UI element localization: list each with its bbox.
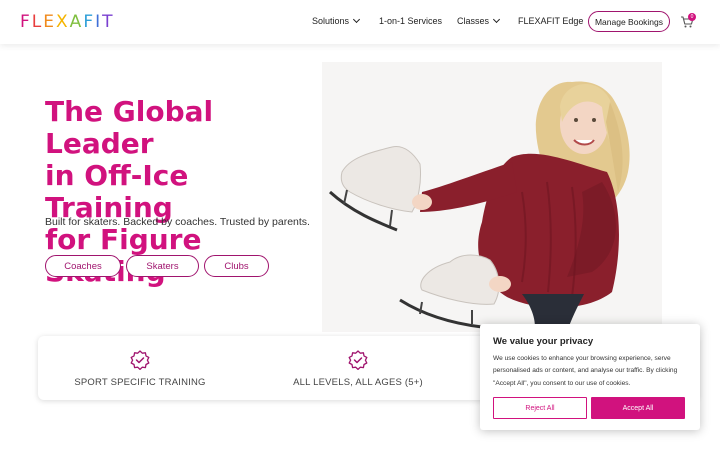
nav-solutions[interactable]: Solutions xyxy=(312,15,361,26)
cart-count-badge: 0 xyxy=(688,13,696,21)
feature-label: ALL LEVELS, ALL AGES (5+) xyxy=(293,377,423,388)
feature-all-levels: ALL LEVELS, ALL AGES (5+) xyxy=(258,336,458,400)
cart-count: 0 xyxy=(690,14,694,20)
hero-skater-image xyxy=(322,62,662,332)
cookie-text: We use cookies to enhance your browsing … xyxy=(493,355,678,387)
logo-letter: A xyxy=(69,12,84,32)
chevron-down-icon xyxy=(492,15,501,24)
flexafit-logo[interactable]: FLEXAFIT xyxy=(20,12,115,32)
reject-all-button[interactable]: Reject All xyxy=(493,397,587,419)
verified-badge-icon xyxy=(348,350,368,370)
site-header: FLEXAFIT Solutions 1-on-1 Services Class… xyxy=(0,0,720,44)
nav-edge[interactable]: FLEXAFIT Edge xyxy=(518,16,583,26)
coaches-button[interactable]: Coaches xyxy=(45,255,121,277)
accept-all-button[interactable]: Accept All xyxy=(591,397,685,419)
accept-all-label: Accept All xyxy=(622,404,654,412)
logo-letter: T xyxy=(102,12,115,32)
hero-subtitle: Built for skaters. Backed by coaches. Tr… xyxy=(45,216,310,228)
clubs-button[interactable]: Clubs xyxy=(204,255,269,277)
nav-classes-label: Classes xyxy=(457,16,490,26)
logo-letter: F xyxy=(20,12,32,32)
logo-letter: L xyxy=(31,12,44,32)
verified-badge-icon xyxy=(130,350,150,370)
clubs-label: Clubs xyxy=(224,260,249,272)
skaters-button[interactable]: Skaters xyxy=(126,255,199,277)
logo-letter: X xyxy=(56,12,70,32)
cookie-consent-dialog: We value your privacy We use cookies to … xyxy=(480,324,700,430)
nav-services[interactable]: 1-on-1 Services xyxy=(379,16,442,26)
reject-all-label: Reject All xyxy=(525,404,555,412)
manage-bookings-button[interactable]: Manage Bookings xyxy=(588,11,670,32)
nav-solutions-label: Solutions xyxy=(312,16,350,26)
hero-title-line-2: in Off-Ice Training xyxy=(45,159,189,224)
logo-letter: E xyxy=(43,12,57,32)
chevron-down-icon xyxy=(352,15,361,24)
skaters-label: Skaters xyxy=(146,260,179,272)
nav-edge-label: FLEXAFIT Edge xyxy=(518,16,584,26)
logo-letter: F xyxy=(83,12,96,32)
manage-bookings-label: Manage Bookings xyxy=(594,16,664,27)
nav-services-label: 1-on-1 Services xyxy=(379,16,443,26)
feature-sport-specific: SPORT SPECIFIC TRAINING xyxy=(40,336,240,400)
coaches-label: Coaches xyxy=(64,260,102,272)
nav-classes[interactable]: Classes xyxy=(457,15,501,26)
page: FLEXAFIT Solutions 1-on-1 Services Class… xyxy=(0,0,720,450)
hero-title-line-1: The Global Leader xyxy=(45,95,214,160)
feature-label: SPORT SPECIFIC TRAINING xyxy=(74,377,206,388)
cookie-title: We value your privacy xyxy=(493,336,594,347)
